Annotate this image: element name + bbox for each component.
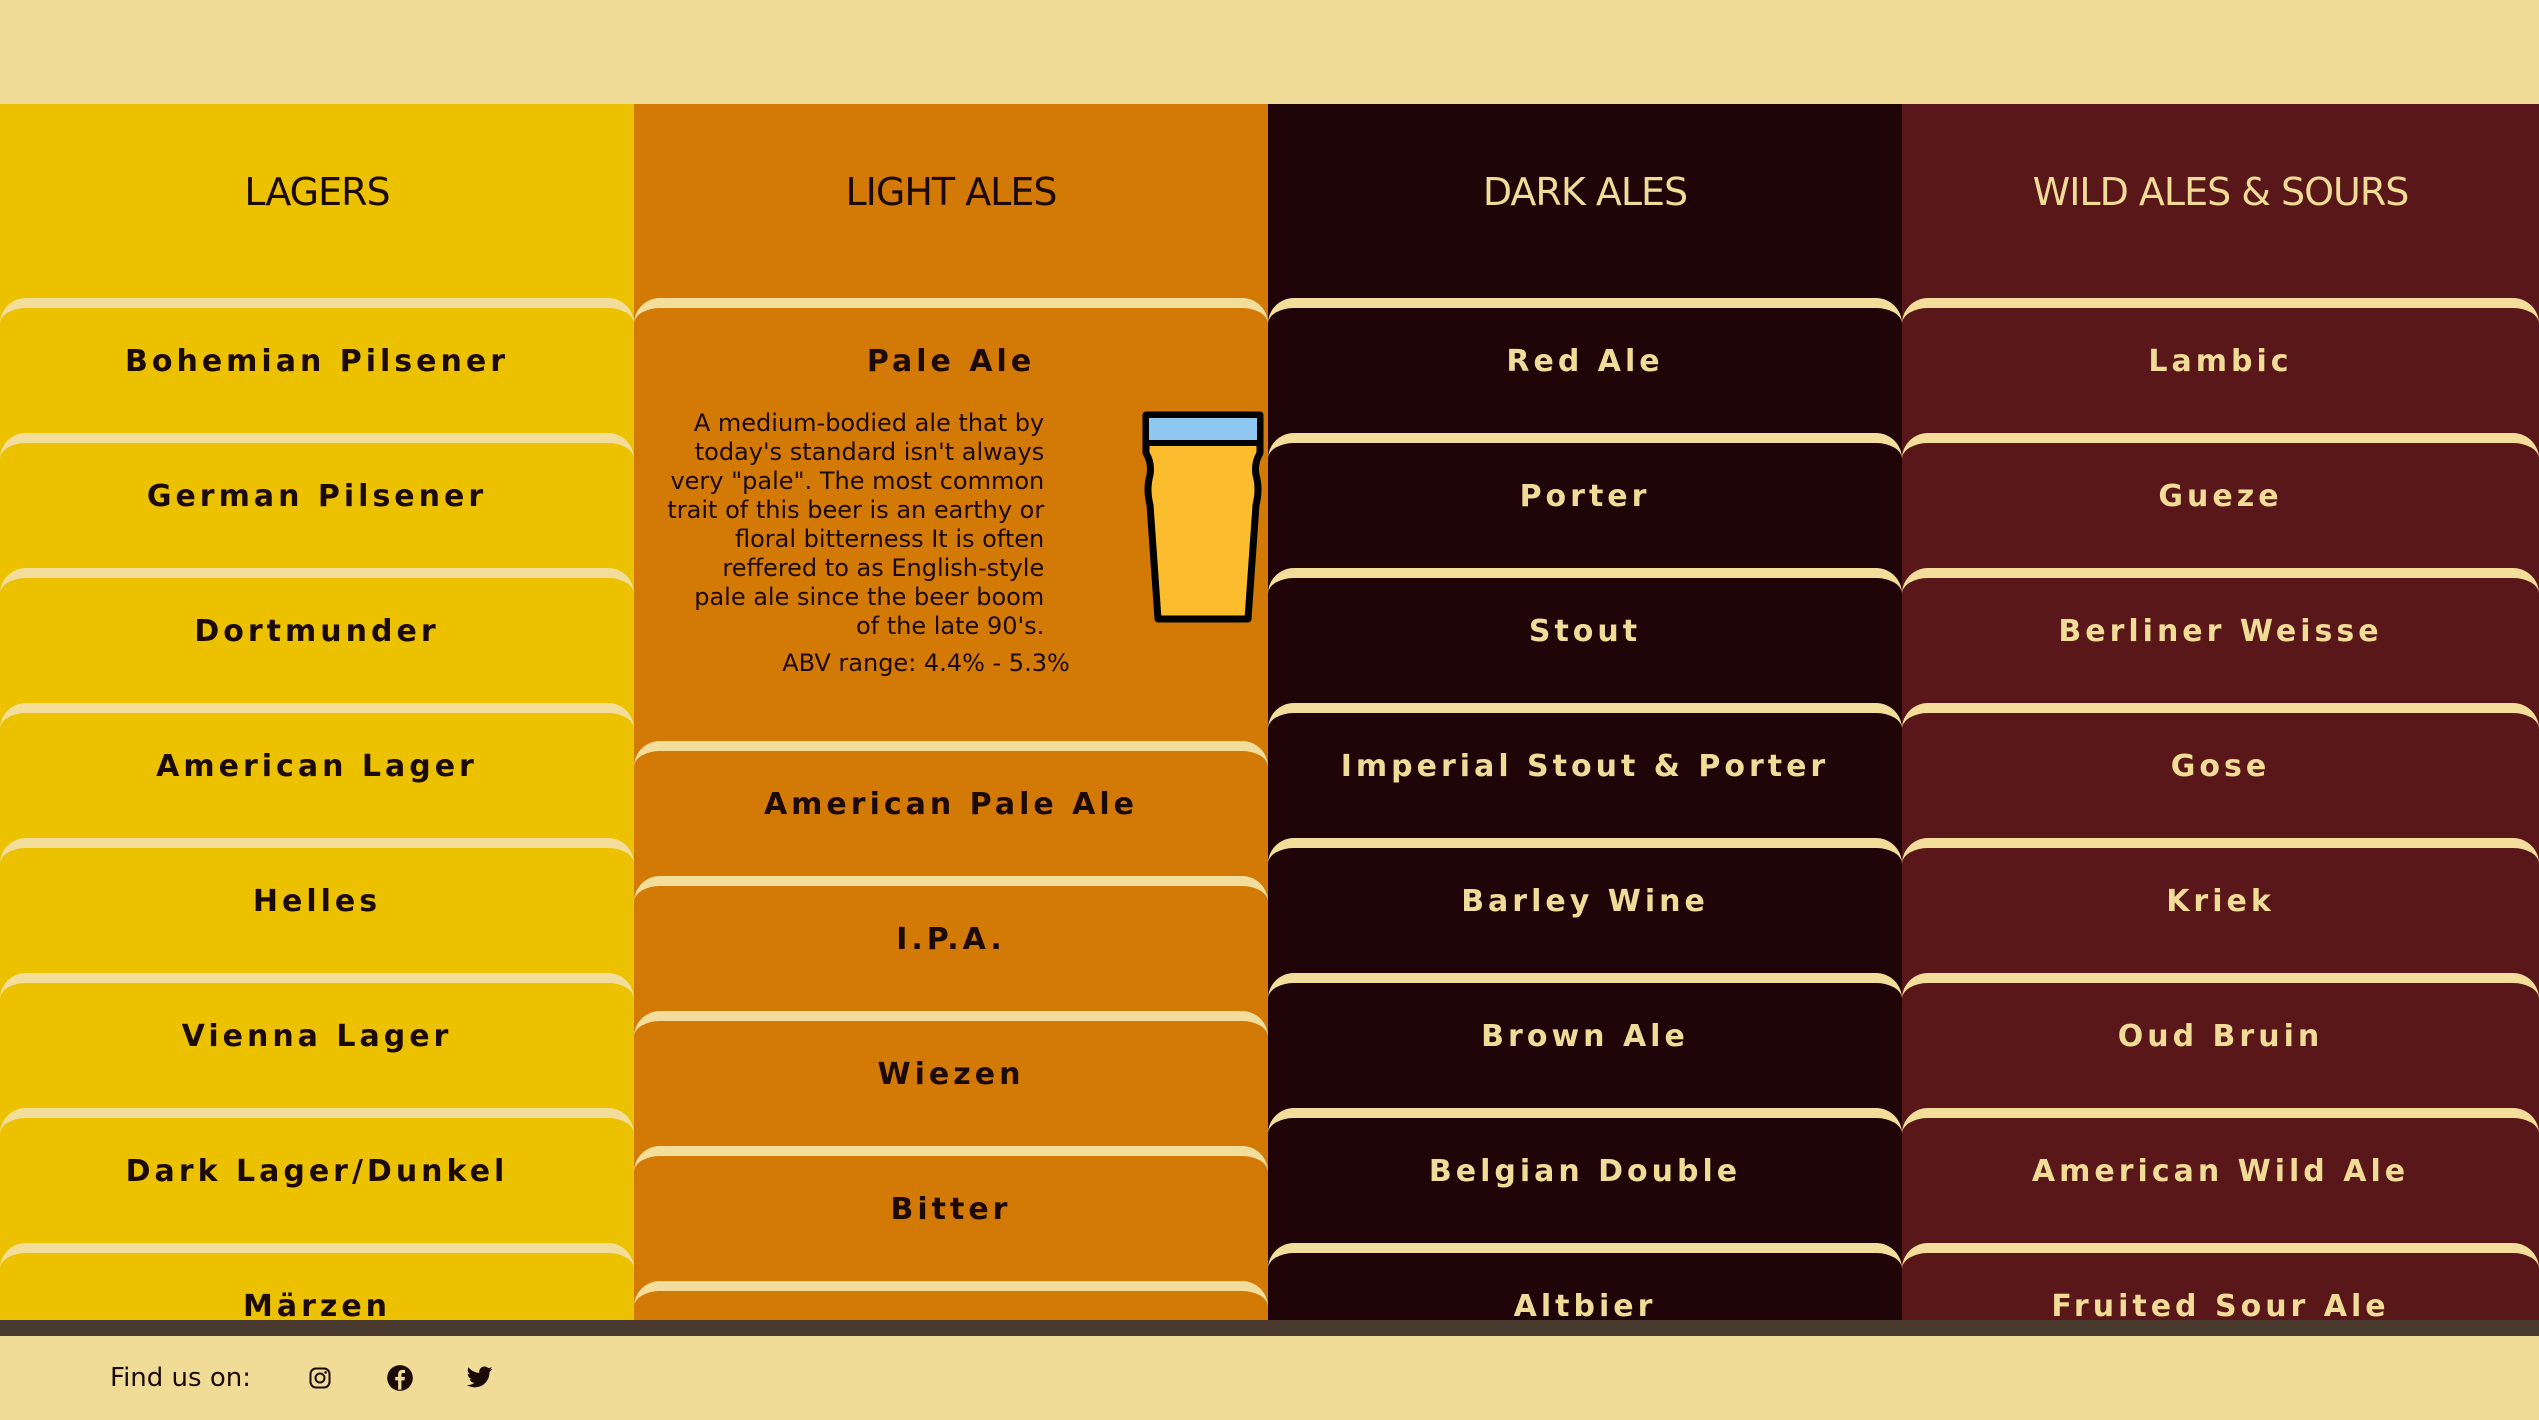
style-item-helles[interactable]: Helles	[0, 838, 634, 973]
style-item-belgian-double[interactable]: Belgian Double	[1268, 1108, 1902, 1243]
style-item-gueze[interactable]: Gueze	[1902, 433, 2539, 568]
style-item-bitter[interactable]: Bitter	[634, 1146, 1268, 1281]
style-item-dortmunder[interactable]: Dortmunder	[0, 568, 634, 703]
style-item-wiezen[interactable]: Wiezen	[634, 1011, 1268, 1146]
facebook-icon[interactable]	[383, 1361, 417, 1395]
style-item-american-wild-ale[interactable]: American Wild Ale	[1902, 1108, 2539, 1243]
style-item-barley-wine[interactable]: Barley Wine	[1268, 838, 1902, 973]
style-item-german-pilsener[interactable]: German Pilsener	[0, 433, 634, 568]
style-item-fruited-sour-ale[interactable]: Fruited Sour Ale	[1902, 1243, 2539, 1320]
style-item-imperial-stout-porter[interactable]: Imperial Stout & Porter	[1268, 703, 1902, 838]
style-item-ipa[interactable]: I.P.A.	[634, 876, 1268, 1011]
style-item-red-ale[interactable]: Red Ale	[1268, 298, 1902, 433]
twitter-icon[interactable]	[463, 1361, 497, 1395]
style-description: A medium-bodied ale that by today's stan…	[667, 409, 1045, 640]
footer-find-us-label: Find us on:	[110, 1363, 251, 1393]
style-item-gose[interactable]: Gose	[1902, 703, 2539, 838]
column-dark-ales: DARK ALES Red Ale Porter Stout Imperial …	[1268, 104, 1902, 1320]
style-item-oud-bruin[interactable]: Oud Bruin	[1902, 973, 2539, 1108]
top-bar	[0, 0, 2539, 104]
style-item-label: Pale Ale	[866, 344, 1036, 379]
style-item-hidden[interactable]	[634, 1281, 1268, 1320]
style-item-bohemian-pilsener[interactable]: Bohemian Pilsener	[0, 298, 634, 433]
style-item-vienna-lager[interactable]: Vienna Lager	[0, 973, 634, 1108]
style-item-dark-lager-dunkel[interactable]: Dark Lager/Dunkel	[0, 1108, 634, 1243]
beer-styles-columns: LAGERS Bohemian Pilsener German Pilsener…	[0, 104, 2539, 1320]
footer-divider	[0, 1320, 2539, 1336]
instagram-icon[interactable]	[303, 1361, 337, 1395]
style-item-berliner-weisse[interactable]: Berliner Weisse	[1902, 568, 2539, 703]
style-item-lambic[interactable]: Lambic	[1902, 298, 2539, 433]
column-title-dark-ales: DARK ALES	[1482, 170, 1688, 214]
style-item-stout[interactable]: Stout	[1268, 568, 1902, 703]
style-item-american-pale-ale[interactable]: American Pale Ale	[634, 741, 1268, 876]
column-title-light-ales: LIGHT ALES	[845, 170, 1058, 214]
pint-glass-icon	[1142, 411, 1264, 623]
style-item-porter[interactable]: Porter	[1268, 433, 1902, 568]
footer: Find us on:	[0, 1336, 2539, 1420]
style-item-kriek[interactable]: Kriek	[1902, 838, 2539, 973]
style-item-pale-ale-expanded[interactable]: Pale Ale A medium-bodied ale that by tod…	[634, 298, 1268, 741]
style-item-marzen[interactable]: Märzen	[0, 1243, 634, 1320]
abv-range: ABV range: 4.4% - 5.3%	[782, 649, 1070, 677]
column-title-lagers: LAGERS	[244, 170, 390, 214]
style-item-altbier[interactable]: Altbier	[1268, 1243, 1902, 1320]
style-item-brown-ale[interactable]: Brown Ale	[1268, 973, 1902, 1108]
column-lagers: LAGERS Bohemian Pilsener German Pilsener…	[0, 104, 634, 1320]
style-item-american-lager[interactable]: American Lager	[0, 703, 634, 838]
column-title-wild-ales: WILD ALES & SOURS	[2032, 170, 2410, 214]
column-wild-ales-sours: WILD ALES & SOURS Lambic Gueze Berliner …	[1902, 104, 2539, 1320]
column-light-ales: LIGHT ALES Pale Ale A medium-bodied ale …	[634, 104, 1268, 1320]
style-detail: A medium-bodied ale that by today's stan…	[634, 409, 1268, 677]
